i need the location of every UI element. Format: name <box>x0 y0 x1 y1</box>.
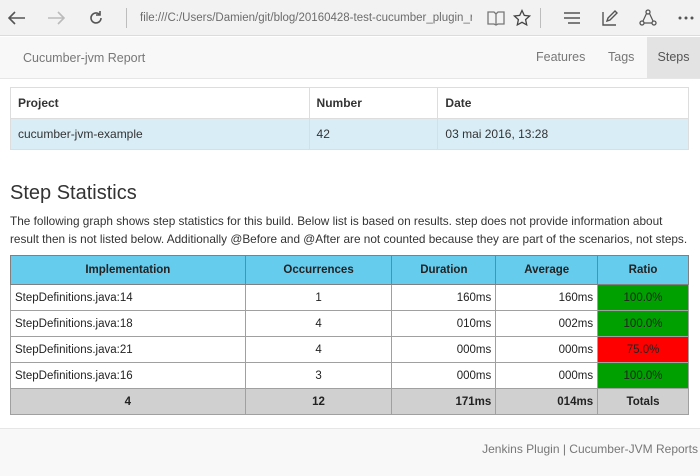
toolbar-divider <box>126 8 127 28</box>
totals-row: 4 12 171ms 014ms Totals <box>10 388 689 415</box>
column-header-average[interactable]: Average <box>495 255 599 285</box>
table-row: StepDefinitions.java:16 3 000ms 000ms 10… <box>10 362 689 389</box>
nav-item-features[interactable]: Features <box>536 37 585 78</box>
web-note-icon[interactable] <box>598 6 622 30</box>
column-header-project: Project <box>10 87 310 119</box>
totals-label: Totals <box>597 388 689 415</box>
project-info-table: Project Number Date cucumber-jvm-example… <box>10 87 689 150</box>
occurrences-cell: 3 <box>244 362 393 389</box>
ratio-cell: 100.0% <box>597 284 689 311</box>
column-header-duration[interactable]: Duration <box>391 255 497 285</box>
column-header-ratio[interactable]: Ratio <box>597 255 689 285</box>
implementation-cell: StepDefinitions.java:21 <box>10 336 246 363</box>
build-date: 03 mai 2016, 13:28 <box>437 118 689 150</box>
total-average: 014ms <box>495 388 599 415</box>
back-arrow-icon[interactable] <box>5 6 29 30</box>
project-row: cucumber-jvm-example 42 03 mai 2016, 13:… <box>10 118 689 150</box>
forward-arrow-icon[interactable] <box>44 6 68 30</box>
nav-item-steps[interactable]: Steps <box>647 37 700 78</box>
report-navbar: Cucumber-jvm Report Features Tags Steps <box>0 37 700 79</box>
address-bar[interactable]: file:///C:/Users/Damien/git/blog/2016042… <box>140 9 472 27</box>
average-cell: 002ms <box>495 310 599 337</box>
total-duration: 171ms <box>391 388 497 415</box>
occurrences-cell: 1 <box>244 284 393 311</box>
step-statistics-table: Implementation Occurrences Duration Aver… <box>10 255 689 415</box>
ratio-cell: 100.0% <box>597 310 689 337</box>
occurrences-cell: 4 <box>244 310 393 337</box>
share-icon[interactable] <box>636 6 660 30</box>
occurrences-cell: 4 <box>244 336 393 363</box>
table-row: StepDefinitions.java:14 1 160ms 160ms 10… <box>10 284 689 311</box>
duration-cell: 160ms <box>391 284 497 311</box>
footer-credits: Jenkins Plugin | Cucumber-JVM Reports <box>482 442 698 456</box>
implementation-cell: StepDefinitions.java:18 <box>10 310 246 337</box>
brand-title[interactable]: Cucumber-jvm Report <box>23 37 145 79</box>
implementation-cell: StepDefinitions.java:16 <box>10 362 246 389</box>
total-occurrences: 12 <box>244 388 393 415</box>
duration-cell: 010ms <box>391 310 497 337</box>
duration-cell: 000ms <box>391 362 497 389</box>
ratio-cell: 100.0% <box>597 362 689 389</box>
average-cell: 000ms <box>495 336 599 363</box>
more-options-icon[interactable] <box>674 6 698 30</box>
reading-view-icon[interactable] <box>484 6 508 30</box>
favorite-star-icon[interactable] <box>510 6 534 30</box>
step-statistics-title: Step Statistics <box>10 182 137 204</box>
step-statistics-description: The following graph shows step statistic… <box>10 214 688 246</box>
ratio-cell: 75.0% <box>597 336 689 363</box>
table-row: StepDefinitions.java:21 4 000ms 000ms 75… <box>10 336 689 363</box>
project-name: cucumber-jvm-example <box>10 118 310 150</box>
column-header-implementation[interactable]: Implementation <box>10 255 246 285</box>
implementation-cell: StepDefinitions.java:14 <box>10 284 246 311</box>
nav-item-tags[interactable]: Tags <box>608 37 634 78</box>
build-number: 42 <box>308 118 439 150</box>
column-header-occurrences[interactable]: Occurrences <box>244 255 393 285</box>
column-header-date: Date <box>437 87 689 119</box>
page-footer: Jenkins Plugin | Cucumber-JVM Reports <box>0 428 700 476</box>
column-header-number: Number <box>308 87 439 119</box>
toolbar-divider <box>540 8 541 28</box>
browser-toolbar: file:///C:/Users/Damien/git/blog/2016042… <box>0 0 700 36</box>
hub-menu-icon[interactable] <box>560 6 584 30</box>
duration-cell: 000ms <box>391 336 497 363</box>
average-cell: 160ms <box>495 284 599 311</box>
table-row: StepDefinitions.java:18 4 010ms 002ms 10… <box>10 310 689 337</box>
average-cell: 000ms <box>495 362 599 389</box>
total-implementations: 4 <box>10 388 246 415</box>
refresh-icon[interactable] <box>84 6 108 30</box>
